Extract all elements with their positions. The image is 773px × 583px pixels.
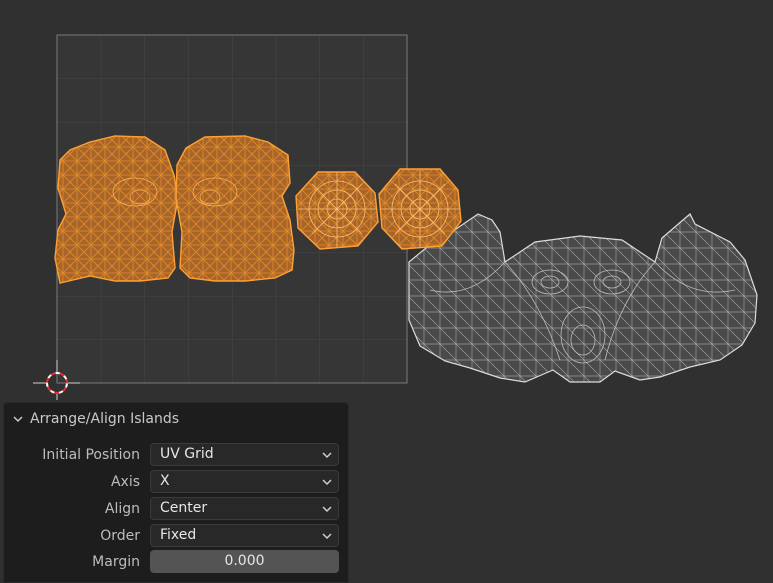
chevron-down-icon <box>322 479 332 486</box>
chevron-down-icon <box>322 533 332 540</box>
operator-redo-panel[interactable]: Arrange/Align Islands Initial Position U… <box>3 402 349 583</box>
align-dropdown[interactable]: Center <box>150 497 339 520</box>
field-label: Axis <box>110 474 140 490</box>
field-label: Margin <box>92 554 140 570</box>
uv-island-selected-2[interactable] <box>175 135 295 282</box>
chevron-down-icon <box>322 506 332 513</box>
order-dropdown[interactable]: Fixed <box>150 524 339 547</box>
field-row-align: Align Center <box>4 497 350 521</box>
axis-dropdown[interactable]: X <box>150 470 339 493</box>
uv-island-selected-4[interactable] <box>378 168 462 250</box>
field-row-order: Order Fixed <box>4 524 350 548</box>
dropdown-value: Fixed <box>160 527 197 543</box>
uv-island-selected-3[interactable] <box>295 171 379 250</box>
panel-title: Arrange/Align Islands <box>30 411 180 427</box>
field-row-axis: Axis X <box>4 470 350 494</box>
dropdown-value: UV Grid <box>160 446 214 462</box>
field-row-margin: Margin 0.000 <box>4 550 350 574</box>
panel-header[interactable]: Arrange/Align Islands <box>12 409 179 429</box>
dropdown-value: X <box>160 473 170 489</box>
field-label: Initial Position <box>42 447 140 463</box>
dropdown-value: Center <box>160 500 208 516</box>
uv-island-selected-1[interactable] <box>54 135 179 284</box>
chevron-down-icon <box>322 452 332 459</box>
field-label: Order <box>100 528 140 544</box>
field-label: Align <box>104 501 140 517</box>
uv-island-unselected[interactable] <box>408 213 758 383</box>
margin-number-field[interactable]: 0.000 <box>150 550 339 573</box>
chevron-down-icon[interactable] <box>12 413 24 425</box>
field-row-initial-position: Initial Position UV Grid <box>4 443 350 467</box>
initial-position-dropdown[interactable]: UV Grid <box>150 443 339 466</box>
